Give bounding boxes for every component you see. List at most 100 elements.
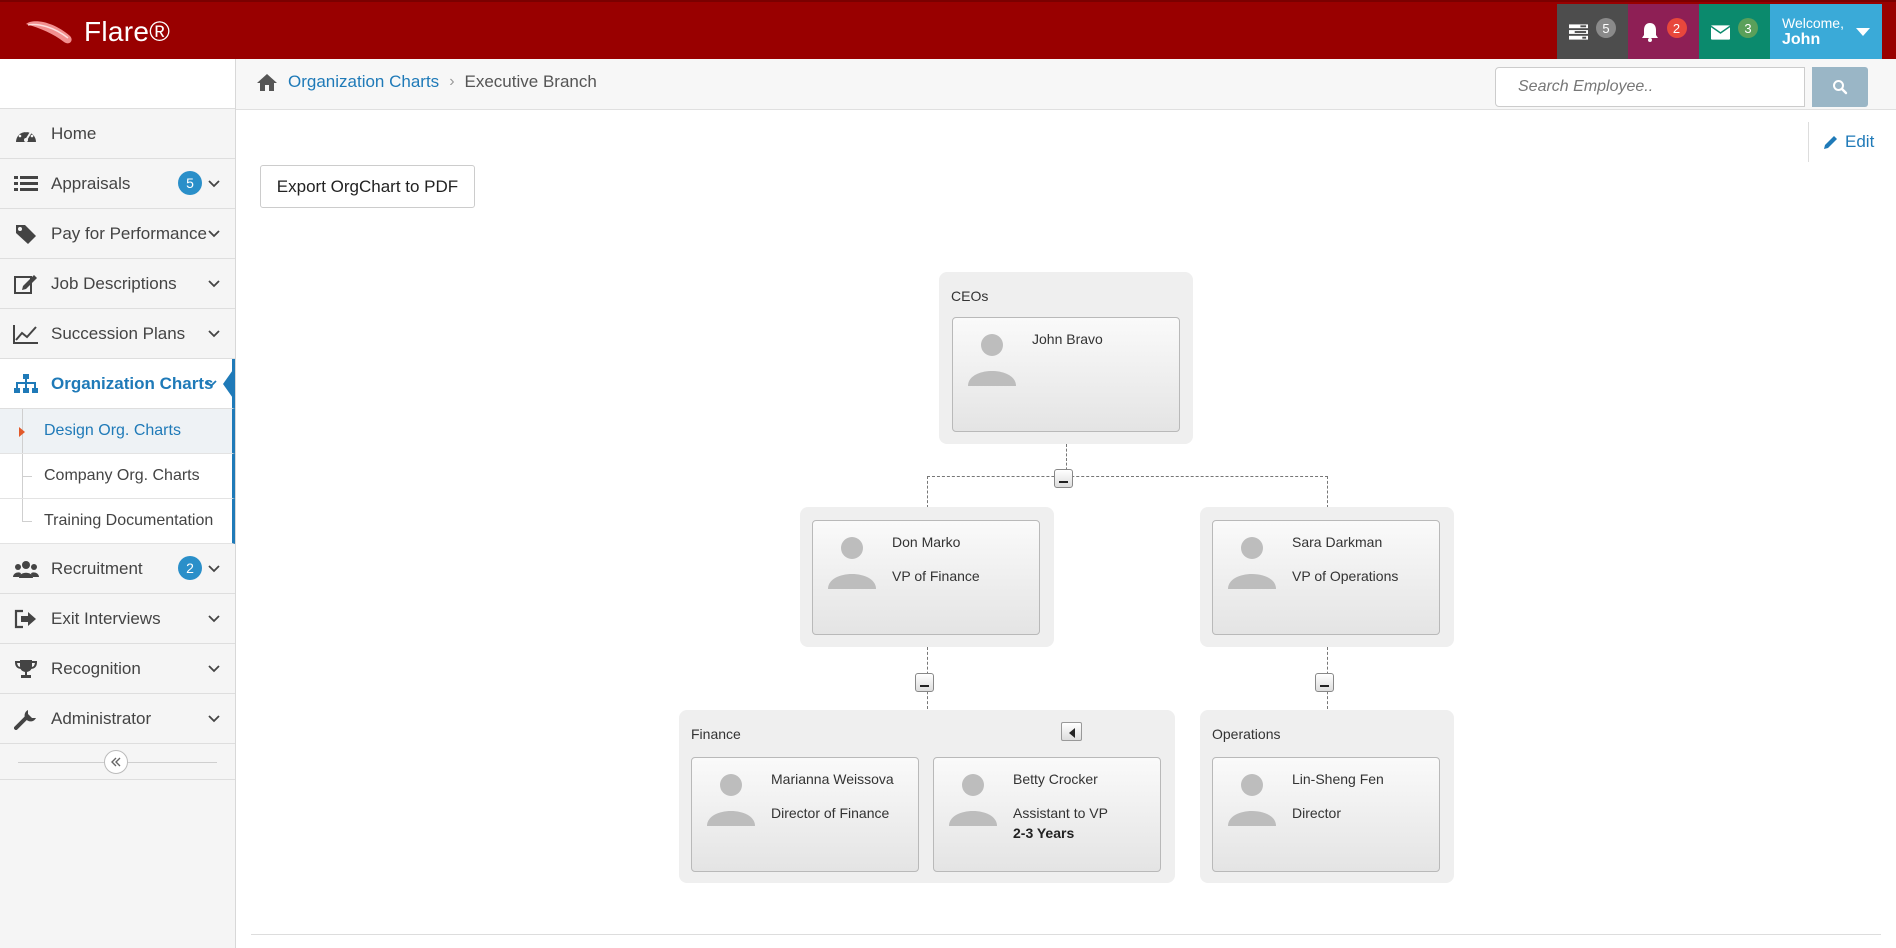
sidebar-subitem-design-org-charts[interactable]: Design Org. Charts	[0, 409, 235, 454]
collapse-toggle-vp-finance[interactable]	[915, 673, 934, 692]
search-icon	[1833, 80, 1848, 95]
chevron-down-icon	[208, 280, 220, 288]
home-icon[interactable]	[256, 73, 278, 92]
recruitment-count-badge: 2	[178, 556, 202, 580]
org-card-title: VP of Operations	[1292, 568, 1399, 584]
breadcrumb-current: Executive Branch	[464, 72, 597, 91]
org-group-title: Operations	[1212, 726, 1281, 742]
list-icon	[12, 172, 40, 196]
export-orgchart-pdf-button[interactable]: Export OrgChart to PDF	[260, 165, 475, 208]
breadcrumb-organization-charts[interactable]: Organization Charts	[288, 72, 439, 92]
sidebar-item-label: Home	[51, 123, 97, 143]
sidebar-collapse	[0, 744, 235, 780]
org-card-marianna-weissova[interactable]: Marianna Weissova Director of Finance	[691, 757, 919, 872]
search-employee-input[interactable]	[1495, 67, 1805, 107]
sidebar-item-appraisals[interactable]: Appraisals 5	[0, 159, 235, 209]
org-group-operations: Operations Lin-Sheng Fen Director	[1200, 710, 1454, 883]
minus-icon	[1320, 685, 1329, 687]
brand-name: Flare®	[84, 16, 171, 47]
org-card-name: Don Marko	[892, 534, 961, 550]
wrench-icon	[12, 707, 40, 731]
person-avatar-icon	[1228, 774, 1276, 826]
org-card-name: Betty Crocker	[1013, 771, 1098, 787]
sidebar-item-organization-charts[interactable]: Organization Charts	[0, 359, 235, 409]
tasks-button[interactable]: 5	[1557, 4, 1628, 60]
sidebar-item-pay-for-performance[interactable]: Pay for Performance	[0, 209, 235, 259]
tasks-icon	[1569, 24, 1588, 40]
sign-out-icon	[12, 607, 40, 631]
double-chevron-left-icon	[111, 757, 121, 767]
appraisals-count-badge: 5	[178, 171, 202, 195]
person-avatar-icon	[968, 334, 1016, 386]
sidebar-item-recognition[interactable]: Recognition	[0, 644, 235, 694]
tasks-count-badge: 5	[1596, 18, 1616, 38]
org-card-lin-sheng-fen[interactable]: Lin-Sheng Fen Director	[1212, 757, 1440, 872]
flare-logo-icon	[26, 21, 72, 44]
search-box	[1495, 67, 1805, 107]
chevron-down-icon	[208, 330, 220, 338]
sidebar-item-home[interactable]: Home	[0, 109, 235, 159]
org-card-name: John Bravo	[1032, 331, 1103, 347]
minus-icon	[920, 685, 929, 687]
edit-button[interactable]: Edit	[1808, 122, 1874, 162]
top-navbar: Flare® 5 2 3 Welcome, John	[0, 0, 1896, 60]
brand[interactable]: Flare®	[24, 12, 170, 52]
edit-icon	[12, 272, 40, 296]
org-group-ceos: CEOs John Bravo	[939, 272, 1193, 444]
person-avatar-icon	[707, 774, 755, 826]
org-group-finance: Finance Marianna Weissova Director of Fi…	[679, 710, 1175, 883]
org-card-sara-darkman[interactable]: Sara Darkman VP of Operations	[1212, 520, 1440, 635]
envelope-icon	[1711, 24, 1730, 40]
user-menu-button[interactable]: Welcome, John	[1770, 4, 1882, 60]
users-icon	[12, 557, 40, 581]
sidebar-subitem-training-documentation[interactable]: Training Documentation	[0, 499, 235, 544]
sidebar-subitem-label: Company Org. Charts	[44, 467, 200, 484]
collapse-toggle-ceos[interactable]	[1054, 469, 1073, 488]
collapse-toggle-vp-operations[interactable]	[1315, 673, 1334, 692]
org-card-title: VP of Finance	[892, 568, 980, 584]
sidebar-collapse-button[interactable]	[104, 750, 128, 774]
dashboard-icon	[12, 122, 40, 146]
sidebar-item-job-descriptions[interactable]: Job Descriptions	[0, 259, 235, 309]
user-name: John	[1782, 30, 1821, 48]
chevron-down-icon	[208, 615, 220, 623]
chevron-down-icon	[205, 380, 217, 388]
org-card-john-bravo[interactable]: John Bravo	[952, 317, 1180, 432]
connector-line	[1327, 476, 1328, 508]
messages-count-badge: 3	[1738, 18, 1758, 38]
sidebar: Home Appraisals 5 Pay for Performance Jo…	[0, 59, 236, 948]
minus-icon	[1059, 481, 1068, 483]
pencil-icon	[1824, 136, 1837, 149]
org-group-title: Finance	[691, 726, 741, 742]
tag-icon	[12, 222, 40, 246]
messages-button[interactable]: 3	[1699, 4, 1770, 60]
notifications-count-badge: 2	[1666, 18, 1687, 38]
sidebar-header	[0, 59, 235, 109]
notifications-button[interactable]: 2	[1628, 4, 1699, 60]
sidebar-subitem-company-org-charts[interactable]: Company Org. Charts	[0, 454, 235, 499]
org-card-title: Director	[1292, 805, 1342, 821]
chevron-down-icon	[208, 715, 220, 723]
connector-line	[927, 476, 1328, 477]
chevron-down-icon	[208, 565, 220, 573]
search-button[interactable]	[1812, 67, 1868, 107]
sidebar-item-succession-plans[interactable]: Succession Plans	[0, 309, 235, 359]
sidebar-item-exit-interviews[interactable]: Exit Interviews	[0, 594, 235, 644]
sidebar-item-recruitment[interactable]: Recruitment 2	[0, 544, 235, 594]
org-card-title: Assistant to VP	[1013, 805, 1108, 821]
sidebar-subitem-label: Training Documentation	[44, 512, 214, 529]
org-group-title: CEOs	[951, 288, 989, 304]
org-card-betty-crocker[interactable]: Betty Crocker Assistant to VP 2-3 Years	[933, 757, 1161, 872]
breadcrumb: Organization Charts › Executive Branch	[256, 72, 597, 92]
chevron-down-icon	[208, 230, 220, 238]
trophy-icon	[12, 657, 40, 681]
chevron-down-icon	[208, 665, 220, 673]
sidebar-subitem-label: Design Org. Charts	[44, 422, 181, 439]
person-avatar-icon	[949, 774, 997, 826]
group-expand-button[interactable]	[1061, 722, 1082, 741]
org-card-don-marko[interactable]: Don Marko VP of Finance	[812, 520, 1040, 635]
sidebar-item-administrator[interactable]: Administrator	[0, 694, 235, 744]
org-group-vp-finance: Don Marko VP of Finance	[800, 507, 1054, 647]
org-card-name: Lin-Sheng Fen	[1292, 771, 1384, 787]
org-card-title: Director of Finance	[771, 805, 890, 821]
